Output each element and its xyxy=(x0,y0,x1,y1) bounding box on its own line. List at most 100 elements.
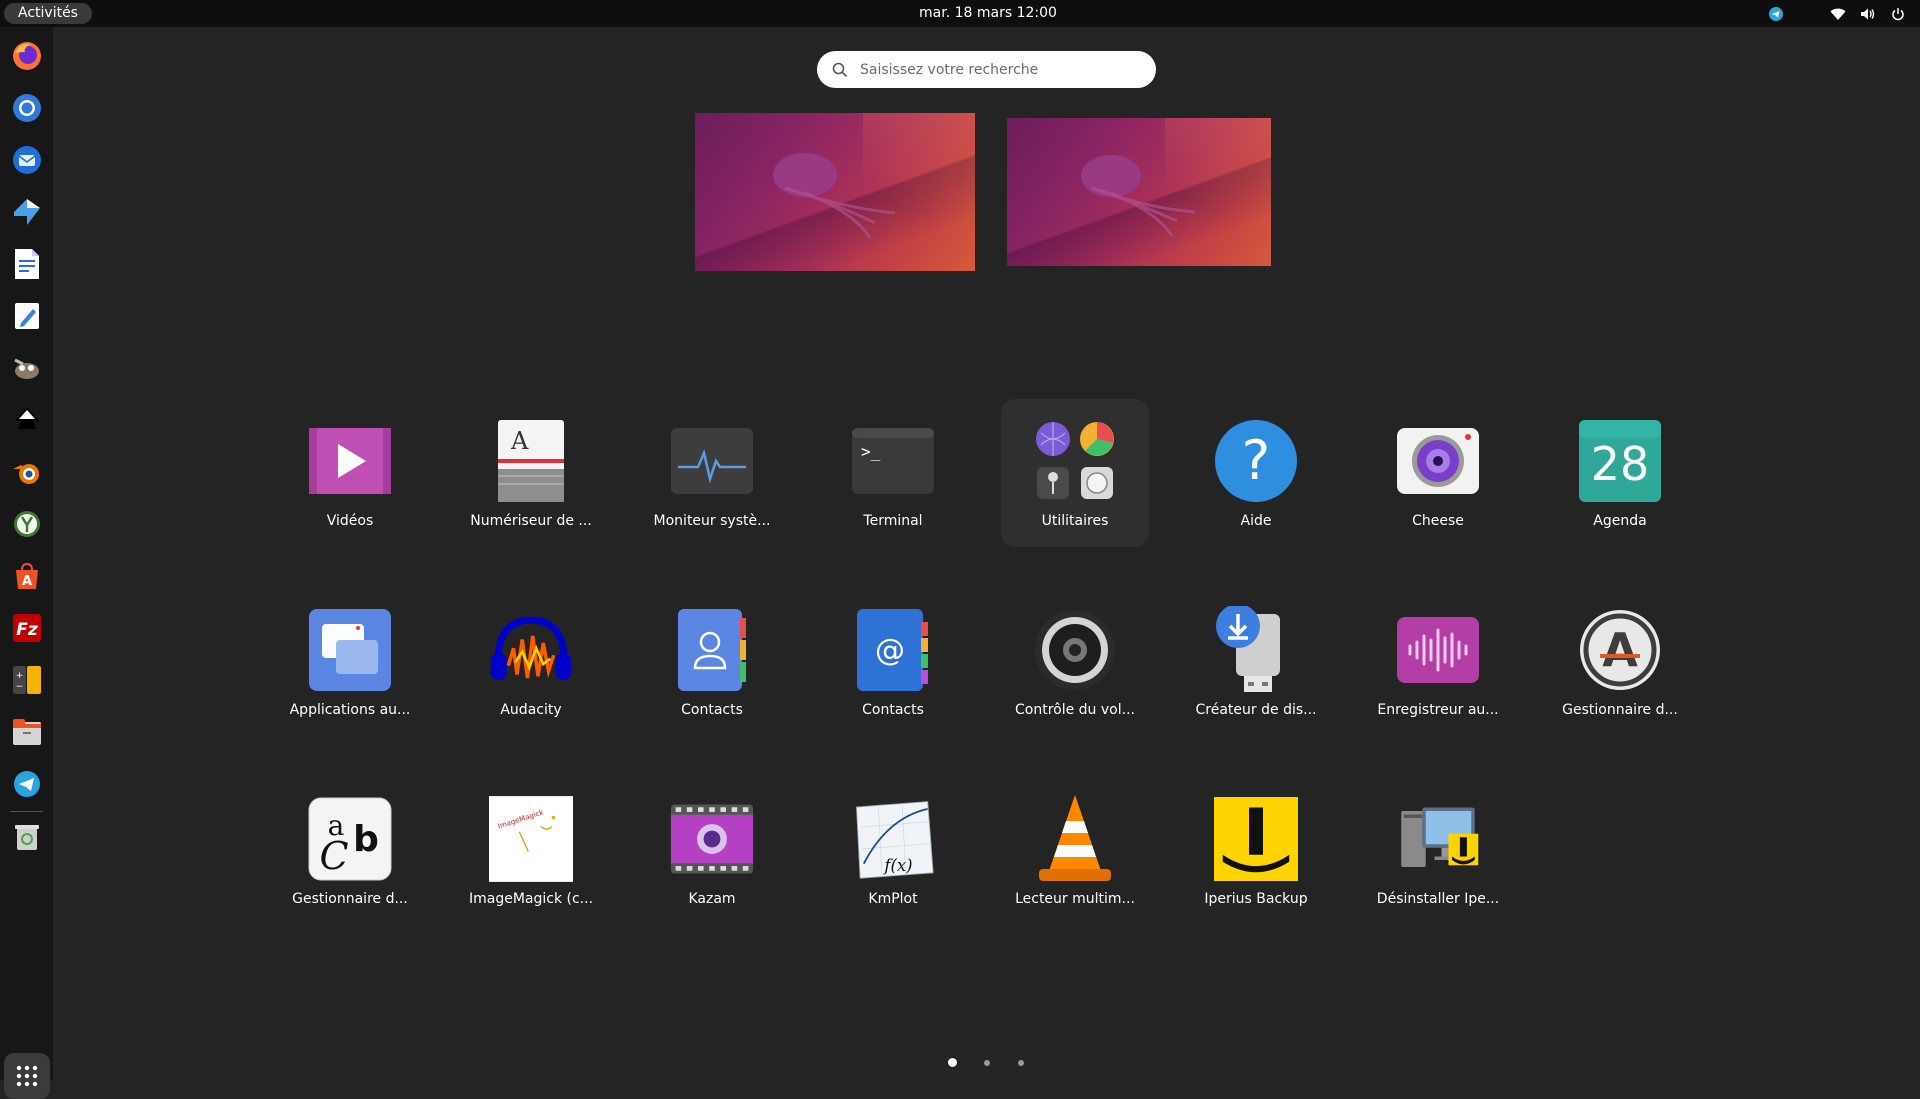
kmplot-icon: f(x) xyxy=(851,797,935,881)
app-tile[interactable]: ImageMagick ImageMagick (c... xyxy=(457,777,605,925)
app-tile[interactable]: f(x) KmPlot xyxy=(819,777,967,925)
page-dot-1[interactable] xyxy=(948,1058,957,1067)
blender-icon[interactable] xyxy=(8,453,46,491)
app-tile[interactable]: Enregistreur au... xyxy=(1364,588,1512,736)
volume-control-icon xyxy=(1033,608,1117,692)
app-tile[interactable]: ? Aide xyxy=(1182,399,1330,547)
telegram-tray-icon[interactable] xyxy=(1768,6,1784,22)
app-tile[interactable]: @ Contacts xyxy=(819,588,967,736)
scanner-icon: A xyxy=(489,419,573,503)
app-tile[interactable]: Cheese xyxy=(1364,399,1512,547)
app-tile[interactable]: Applications au... xyxy=(276,588,424,736)
app-label: Applications au... xyxy=(289,702,411,718)
page-dot-3[interactable] xyxy=(1018,1060,1024,1066)
app-label: Contrôle du vol... xyxy=(1015,702,1135,718)
system-tray[interactable] xyxy=(1768,0,1906,27)
utilities-folder-icon xyxy=(1033,419,1117,503)
cheese-camera-icon xyxy=(1396,419,1480,503)
wifi-icon[interactable] xyxy=(1830,6,1846,22)
app-tile[interactable]: Lecteur multim... xyxy=(1001,777,1149,925)
remmina-icon[interactable] xyxy=(8,193,46,231)
app-label: Agenda xyxy=(1593,513,1647,529)
app-label: Désinstaller Ipe... xyxy=(1376,891,1500,907)
telegram-icon[interactable] xyxy=(8,765,46,803)
system-monitor-icon xyxy=(670,419,754,503)
svg-text:28: 28 xyxy=(1591,437,1650,491)
app-tile[interactable]: Iperius Backup xyxy=(1182,777,1330,925)
terminal-icon: >_ xyxy=(851,419,935,503)
svg-text:A: A xyxy=(22,574,32,589)
jellyfish-wallpaper-icon xyxy=(1081,155,1196,237)
trash-icon[interactable] xyxy=(8,818,46,856)
svg-text:?: ? xyxy=(1242,429,1271,492)
kazam-icon xyxy=(670,797,754,881)
app-label: Numériseur de ... xyxy=(470,513,592,529)
app-tile[interactable]: Moniteur systè... xyxy=(638,399,786,547)
app-folder-tile[interactable]: Utilitaires xyxy=(1001,399,1149,547)
app-label: Vidéos xyxy=(326,513,374,529)
ubuntu-software-icon[interactable]: A xyxy=(8,557,46,595)
svg-text:C: C xyxy=(319,834,348,878)
app-tile[interactable]: Contrôle du vol... xyxy=(1001,588,1149,736)
gimp-icon[interactable] xyxy=(8,349,46,387)
text-editor-icon[interactable] xyxy=(8,297,46,335)
inkscape-icon[interactable] xyxy=(8,401,46,439)
app-label: Terminal xyxy=(863,513,923,529)
app-label: Créateur de dis... xyxy=(1195,702,1317,718)
svg-text:f(x): f(x) xyxy=(882,856,912,875)
usb-creator-icon xyxy=(1214,606,1298,692)
filezilla-icon[interactable]: Fz xyxy=(8,609,46,647)
contacts-icon xyxy=(670,608,754,692)
svg-text:−: − xyxy=(16,682,24,692)
thunderbird-icon[interactable] xyxy=(8,141,46,179)
page-dot-2[interactable] xyxy=(984,1060,990,1066)
app-label: Contacts xyxy=(681,702,743,718)
app-label: Utilitaires xyxy=(1041,513,1109,529)
search-icon xyxy=(832,62,848,77)
app-tile[interactable]: Désinstaller Ipe... xyxy=(1364,777,1512,925)
svg-text:@: @ xyxy=(875,633,905,668)
libreoffice-writer-icon[interactable] xyxy=(8,245,46,283)
svg-text:b: b xyxy=(353,819,379,860)
clock[interactable]: mar. 18 mars 12:00 xyxy=(0,0,1920,27)
chromium-icon[interactable] xyxy=(8,89,46,127)
search-bar[interactable] xyxy=(817,51,1156,88)
app-tile[interactable]: A Gestionnaire d... xyxy=(1546,588,1694,736)
svg-text:Fz: Fz xyxy=(16,620,38,640)
app-y-icon[interactable] xyxy=(8,505,46,543)
grid-icon xyxy=(16,1065,38,1087)
app-tile[interactable]: A Numériseur de ... xyxy=(457,399,605,547)
app-label: Gestionnaire d... xyxy=(292,891,408,907)
workspace-thumbnail-1[interactable] xyxy=(695,113,975,271)
svg-text:+: + xyxy=(16,671,24,681)
app-label: Moniteur systè... xyxy=(653,513,771,529)
power-icon[interactable] xyxy=(1890,6,1906,22)
imagemagick-icon: ImageMagick xyxy=(489,796,573,882)
app-tile[interactable]: Audacity xyxy=(457,588,605,736)
app-label: Kazam xyxy=(688,891,736,907)
volume-icon[interactable] xyxy=(1860,6,1876,22)
dock: A Fz + − xyxy=(0,27,53,1099)
app-tile[interactable]: abC Gestionnaire d... xyxy=(276,777,424,925)
app-label: Lecteur multim... xyxy=(1015,891,1135,907)
calculator-icon[interactable]: + − xyxy=(8,661,46,699)
app-tile[interactable]: >_ Terminal xyxy=(819,399,967,547)
app-tile[interactable]: Kazam xyxy=(638,777,786,925)
firefox-icon[interactable] xyxy=(8,37,46,75)
workspace-thumbnail-2[interactable] xyxy=(1007,118,1271,266)
search-input[interactable] xyxy=(858,60,1142,79)
jellyfish-wallpaper-icon xyxy=(773,153,896,239)
app-tile[interactable]: Contacts xyxy=(638,588,786,736)
app-label: Gestionnaire d... xyxy=(1562,702,1678,718)
app-label: KmPlot xyxy=(868,891,918,907)
app-label: ImageMagick (c... xyxy=(468,891,594,907)
app-tile[interactable]: Vidéos xyxy=(276,399,424,547)
files-icon[interactable] xyxy=(8,713,46,751)
videos-icon xyxy=(308,419,392,503)
vlc-icon xyxy=(1033,795,1117,881)
app-tile[interactable]: 28 Agenda xyxy=(1546,399,1694,547)
help-icon: ? xyxy=(1214,419,1298,503)
show-applications-button[interactable] xyxy=(4,1053,50,1099)
startup-apps-icon xyxy=(308,608,392,692)
app-tile[interactable]: Créateur de dis... xyxy=(1182,588,1330,736)
